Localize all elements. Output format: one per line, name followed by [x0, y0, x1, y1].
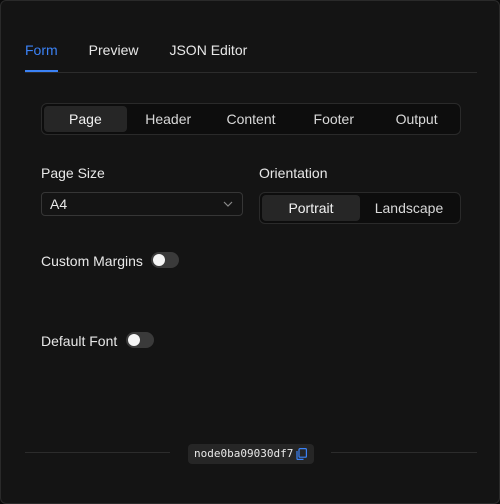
custom-margins-label: Custom Margins	[41, 253, 143, 269]
section-switcher: Page Header Content Footer Output	[41, 103, 461, 135]
node-id: node0ba09030df7	[194, 447, 294, 460]
section-footer[interactable]: Footer	[292, 106, 375, 132]
toggle-knob	[128, 334, 140, 346]
section-header[interactable]: Header	[127, 106, 210, 132]
section-output[interactable]: Output	[375, 106, 458, 132]
orientation-label: Orientation	[259, 165, 328, 181]
page-size-label: Page Size	[41, 165, 105, 181]
chevron-down-icon	[223, 201, 233, 207]
section-page[interactable]: Page	[44, 106, 127, 132]
tab-json-editor[interactable]: JSON Editor	[169, 41, 247, 71]
tab-form[interactable]: Form	[25, 41, 58, 72]
node-id-chip: node0ba09030df7	[188, 444, 314, 464]
orientation-switcher: Portrait Landscape	[259, 192, 461, 224]
footer-divider-left	[25, 452, 170, 453]
view-tabs: Form Preview JSON Editor	[25, 41, 477, 73]
page-size-select[interactable]: A4	[41, 192, 243, 216]
default-font-label: Default Font	[41, 333, 118, 349]
page-size-value: A4	[50, 196, 68, 212]
orientation-portrait[interactable]: Portrait	[262, 195, 360, 221]
footer-divider-right	[331, 452, 477, 453]
tab-preview[interactable]: Preview	[89, 41, 139, 71]
form-panel: Form Preview JSON Editor Page Header Con…	[0, 0, 500, 504]
toggle-knob	[153, 254, 165, 266]
orientation-landscape[interactable]: Landscape	[360, 195, 458, 221]
copy-icon[interactable]	[296, 448, 307, 460]
default-font-toggle[interactable]	[126, 332, 154, 348]
custom-margins-toggle[interactable]	[151, 252, 179, 268]
section-content[interactable]: Content	[210, 106, 293, 132]
